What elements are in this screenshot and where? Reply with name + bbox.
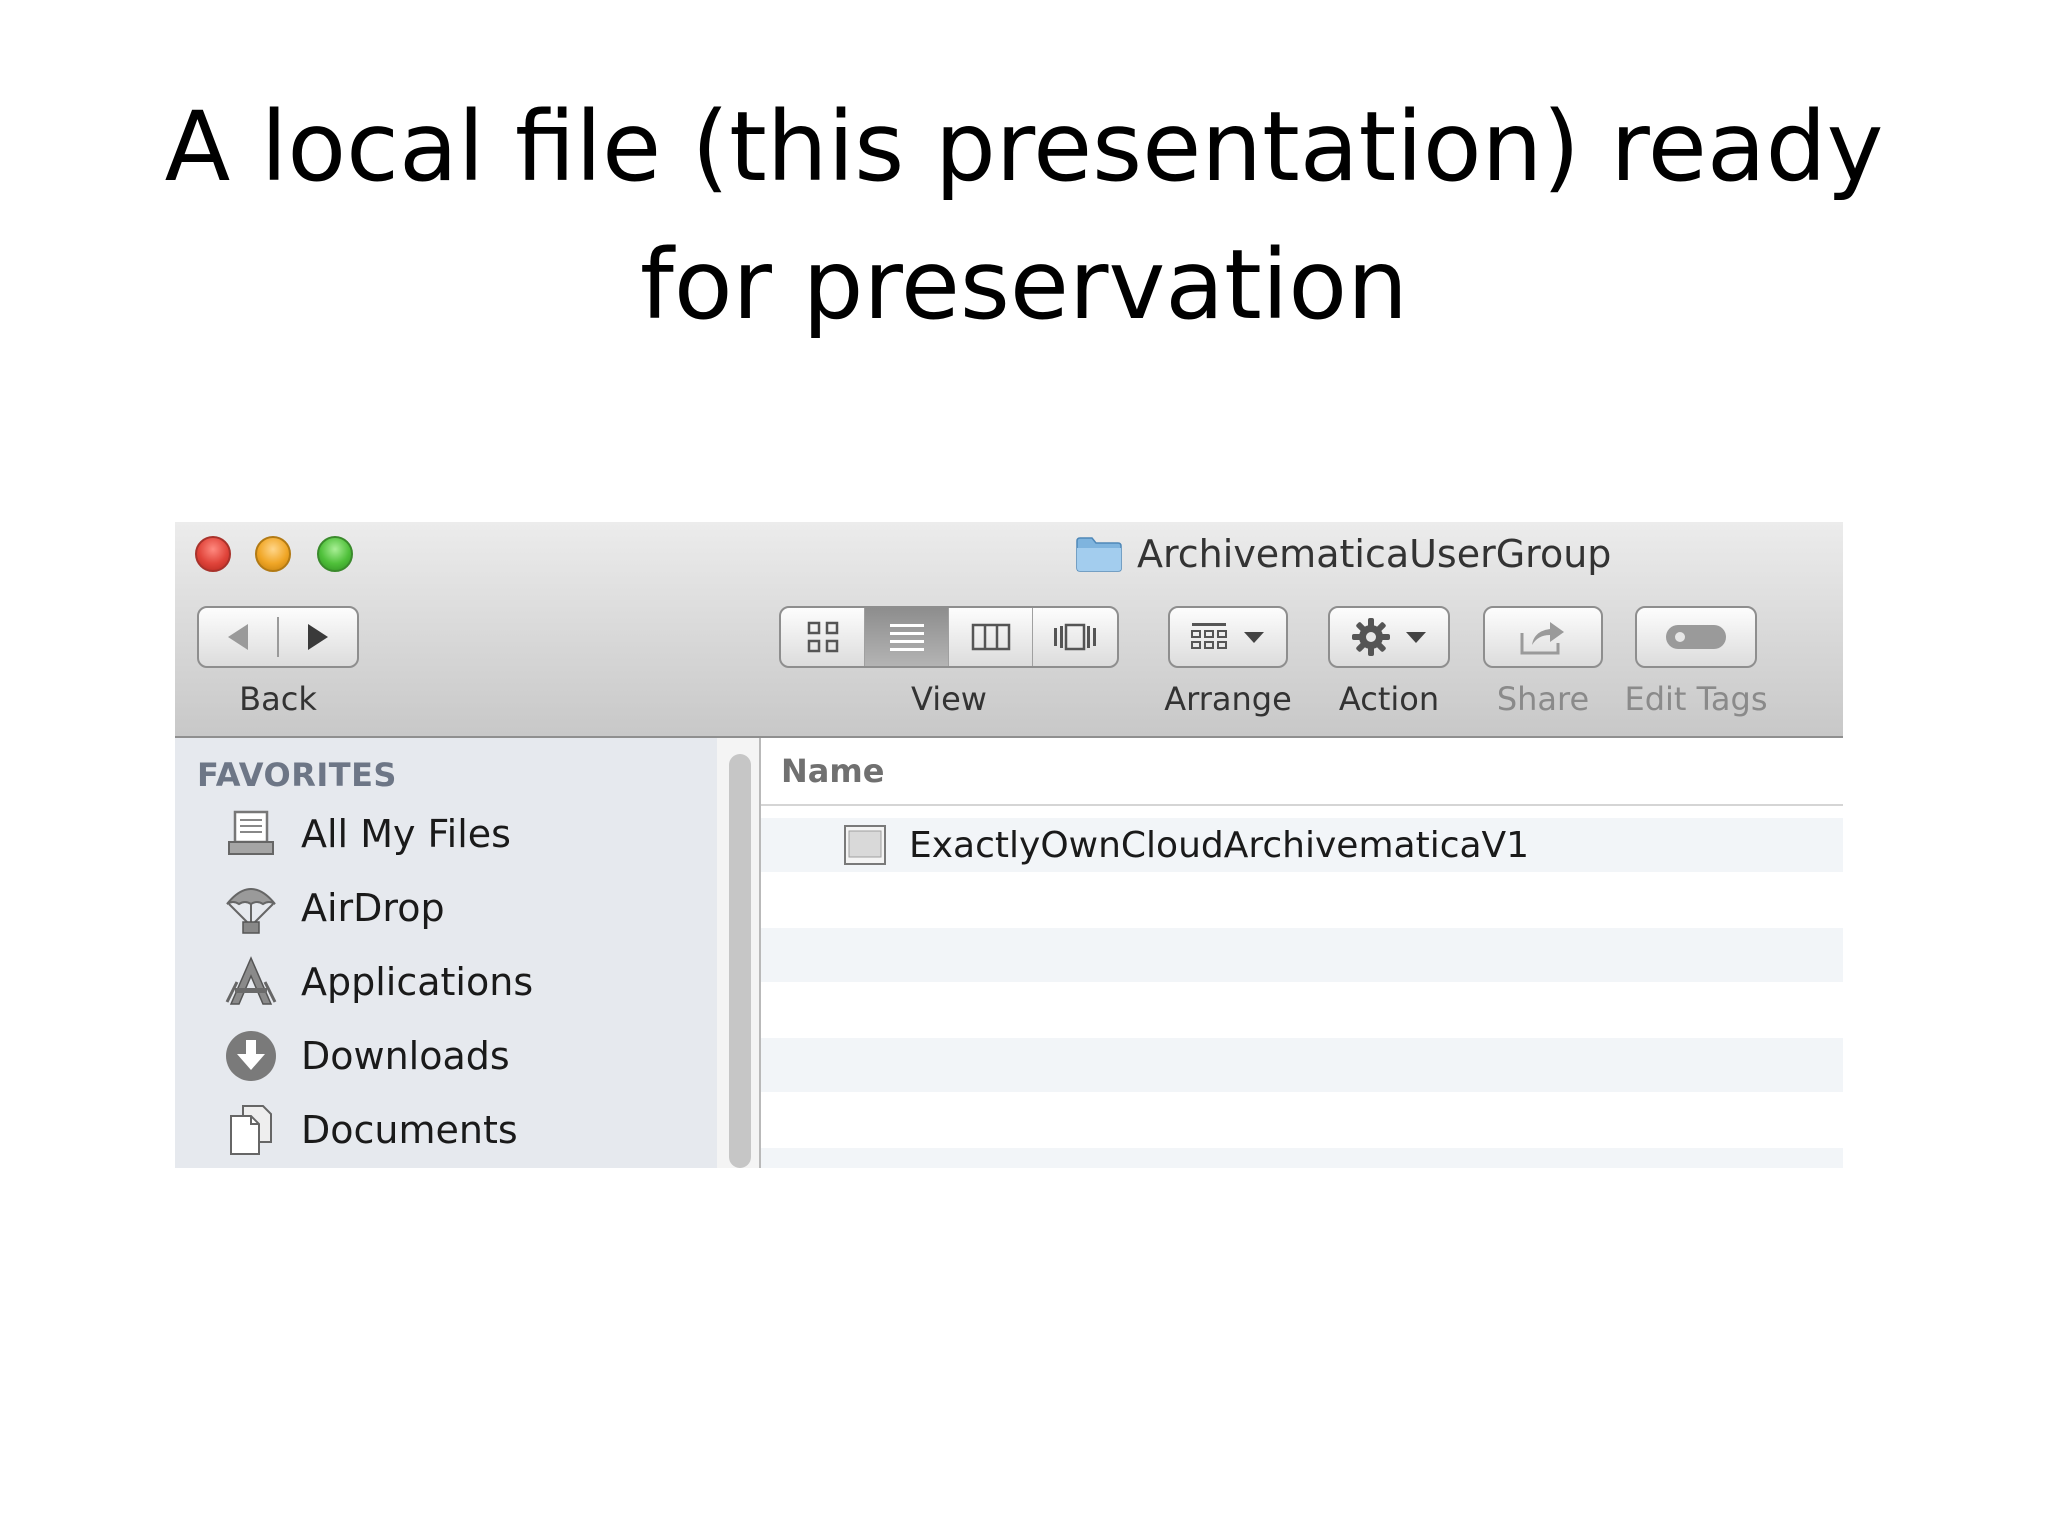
document-file-icon [844, 825, 886, 865]
sidebar-item-label: Applications [301, 960, 534, 1004]
arrange-label: Arrange [1164, 680, 1292, 718]
gear-icon [1352, 618, 1390, 656]
chevron-right-icon [308, 624, 328, 650]
sidebar-item-label: Downloads [301, 1034, 510, 1078]
downloads-icon [226, 1031, 276, 1081]
airdrop-icon [226, 888, 276, 934]
window-title-text: ArchivematicaUserGroup [1137, 532, 1612, 576]
action-button[interactable] [1328, 606, 1450, 668]
forward-button[interactable] [279, 608, 357, 666]
window-title: ArchivematicaUserGroup [1075, 532, 1611, 576]
arrange-button[interactable] [1168, 606, 1288, 668]
sidebar-item-all-my-files[interactable]: All My Files [223, 804, 511, 864]
slide-title-line-1: A local file (this presentation) ready [164, 91, 1884, 203]
share-button[interactable] [1483, 606, 1603, 668]
sidebar-item-label: All My Files [301, 812, 511, 856]
back-forward-control [197, 606, 359, 668]
view-label: View [911, 680, 987, 718]
columns-icon [971, 623, 1010, 651]
edit-tags-label: Edit Tags [1624, 680, 1768, 718]
finder-window: ArchivematicaUserGroup Back View Arrange… [175, 522, 1843, 1168]
documents-icon [230, 1105, 272, 1155]
list-lines-icon [889, 624, 924, 651]
cover-flow-view-button[interactable] [1033, 608, 1117, 666]
arrange-grid-icon [1191, 623, 1227, 649]
sidebar-item-documents[interactable]: Documents [223, 1100, 518, 1160]
sidebar-scrollbar[interactable] [729, 754, 751, 1168]
column-view-button[interactable] [949, 608, 1033, 666]
dropdown-arrow-icon [1406, 632, 1426, 643]
sidebar-heading-favorites: FAVORITES [197, 756, 397, 794]
back-button[interactable] [199, 608, 277, 666]
sidebar-item-label: Documents [301, 1108, 518, 1152]
folder-icon [1076, 537, 1122, 572]
action-label: Action [1338, 680, 1440, 718]
cover-flow-icon [1054, 623, 1096, 651]
all-my-files-icon [228, 810, 274, 855]
list-stripe [761, 1038, 1843, 1092]
chevron-left-icon [228, 624, 249, 650]
sidebar: FAVORITES All My Files AirDrop Applicati… [175, 738, 717, 1168]
icon-view-button[interactable] [781, 608, 865, 666]
sidebar-item-downloads[interactable]: Downloads [223, 1026, 510, 1086]
sidebar-item-applications[interactable]: Applications [223, 952, 533, 1012]
file-name: ExactlyOwnCloudArchivematicaV1 [909, 824, 1530, 866]
list-stripe [761, 1148, 1843, 1168]
sidebar-item-label: AirDrop [301, 886, 445, 930]
share-label: Share [1496, 680, 1590, 718]
slide-title-line-2: for preservation [640, 229, 1408, 341]
icon-grid-icon [807, 621, 838, 653]
minimize-window-button[interactable] [255, 536, 291, 572]
close-window-button[interactable] [195, 536, 231, 572]
file-list: Name ExactlyOwnCloudArchivematicaV1 [761, 738, 1843, 1168]
dropdown-arrow-icon [1244, 632, 1264, 643]
column-header-label: Name [781, 752, 885, 790]
edit-tags-button[interactable] [1635, 606, 1757, 668]
table-row[interactable]: ExactlyOwnCloudArchivematicaV1 [761, 818, 1843, 872]
view-mode-control [779, 606, 1119, 668]
column-header-name[interactable]: Name [761, 738, 1843, 806]
window-toolbar: ArchivematicaUserGroup Back View Arrange… [175, 522, 1843, 738]
list-stripe [761, 928, 1843, 982]
list-view-button[interactable] [865, 608, 949, 666]
zoom-window-button[interactable] [317, 536, 353, 572]
share-icon [1520, 622, 1564, 655]
tag-pill-icon [1666, 625, 1726, 649]
applications-icon [225, 956, 277, 1005]
back-label: Back [239, 680, 317, 718]
slide-title: A local file (this presentation) ready f… [0, 78, 2048, 354]
sidebar-item-airdrop[interactable]: AirDrop [223, 878, 445, 938]
